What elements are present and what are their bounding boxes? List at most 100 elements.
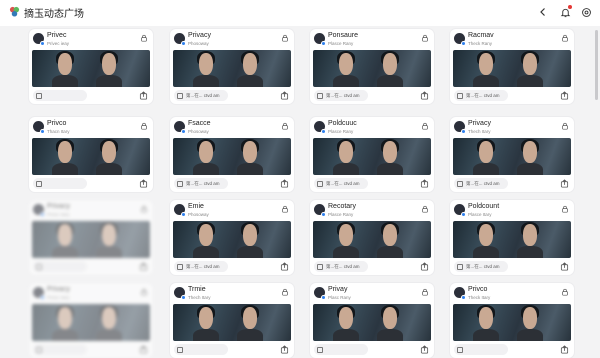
post-image[interactable] (313, 138, 431, 175)
card-header: Privco Theck Itary (454, 286, 570, 304)
post-image[interactable] (313, 50, 431, 87)
share-icon[interactable] (139, 345, 148, 354)
post-image[interactable] (173, 50, 291, 87)
post-card[interactable]: Privco Theck Itary (450, 283, 574, 358)
post-image[interactable] (32, 304, 150, 341)
lock-icon[interactable] (281, 122, 289, 130)
action-pill[interactable]: 第...在... ctvd am (454, 178, 508, 189)
post-image[interactable] (453, 50, 571, 87)
back-icon[interactable] (536, 5, 550, 19)
lock-icon[interactable] (281, 205, 289, 213)
post-image[interactable] (453, 221, 571, 258)
post-card[interactable]: Racmav Theck Rany 第...在... ctvd am (450, 29, 574, 104)
image-icon (177, 346, 183, 353)
post-card[interactable]: Privco Thacn Itary (29, 117, 153, 192)
share-icon[interactable] (560, 91, 569, 100)
post-image[interactable] (173, 304, 291, 341)
post-image[interactable] (173, 221, 291, 258)
share-icon[interactable] (280, 345, 289, 354)
share-icon[interactable] (560, 179, 569, 188)
page-scrollbar[interactable] (595, 30, 598, 100)
share-icon[interactable] (139, 262, 148, 271)
post-card[interactable]: Privec Privec ieay (29, 29, 153, 104)
post-card[interactable]: Emie Phosoway 第...在... ctvd am (170, 200, 294, 275)
lock-icon[interactable] (140, 205, 148, 213)
post-card[interactable]: Recotary Plasce Rany 第...在... ctvd am (310, 200, 434, 275)
action-pill[interactable]: 第...在... ctvd am (174, 261, 228, 272)
action-pill[interactable]: 第...在... ctvd am (314, 261, 368, 272)
post-image[interactable] (32, 221, 150, 258)
lock-icon[interactable] (421, 288, 429, 296)
share-icon[interactable] (420, 345, 429, 354)
card-header: Privacy Phosoway (174, 32, 290, 50)
action-pill[interactable]: 第...在... ctvd am (454, 261, 508, 272)
verified-badge-icon (461, 212, 466, 217)
post-card[interactable]: Privacy Thech Itary 第...在... ctvd am (450, 117, 574, 192)
post-card[interactable]: Privay Plasc Rany (310, 283, 434, 358)
action-pill[interactable] (33, 261, 87, 272)
action-pill[interactable] (33, 178, 87, 189)
post-image[interactable] (453, 138, 571, 175)
action-pill-label: 第...在... ctvd am (466, 92, 500, 98)
post-card[interactable]: Fsacce Phosoway 第...在... ctvd am (170, 117, 294, 192)
card-subtitle: Thacn Itary (47, 129, 70, 134)
share-icon[interactable] (280, 179, 289, 188)
post-image[interactable] (32, 138, 150, 175)
action-pill[interactable]: 第...在... ctvd am (454, 90, 508, 101)
action-pill[interactable]: 第...在... ctvd am (314, 178, 368, 189)
post-image[interactable] (453, 304, 571, 341)
lock-icon[interactable] (140, 122, 148, 130)
post-card[interactable]: Privacy Privec Itary (29, 283, 153, 358)
post-image[interactable] (173, 138, 291, 175)
post-card[interactable]: Privacy Privec Itary (29, 200, 153, 275)
action-pill[interactable] (454, 344, 508, 355)
settings-icon[interactable] (579, 5, 593, 19)
lock-icon[interactable] (561, 205, 569, 213)
action-pill[interactable] (33, 344, 87, 355)
bell-icon[interactable] (558, 5, 572, 19)
verified-badge-icon (461, 41, 466, 46)
share-icon[interactable] (280, 262, 289, 271)
image-icon (36, 92, 42, 99)
action-pill[interactable]: 第...在... ctvd am (174, 178, 228, 189)
lock-icon[interactable] (561, 122, 569, 130)
post-card[interactable]: Trmie Thech Itary (170, 283, 294, 358)
share-icon[interactable] (420, 91, 429, 100)
lock-icon[interactable] (140, 34, 148, 42)
card-title: Privacy (47, 203, 70, 210)
lock-icon[interactable] (561, 288, 569, 296)
lock-icon[interactable] (140, 288, 148, 296)
action-pill[interactable] (33, 90, 87, 101)
share-icon[interactable] (139, 179, 148, 188)
lock-icon[interactable] (561, 34, 569, 42)
card-title: Privacy (468, 120, 491, 127)
image-icon (457, 346, 463, 353)
verified-badge-icon (321, 129, 326, 134)
card-subtitle: Plasce Rany (328, 41, 354, 46)
card-title: Privay (328, 286, 348, 293)
verified-badge-icon (40, 41, 45, 46)
action-pill[interactable] (174, 344, 228, 355)
action-pill[interactable]: 第...在... ctvd am (174, 90, 228, 101)
share-icon[interactable] (560, 345, 569, 354)
share-icon[interactable] (280, 91, 289, 100)
lock-icon[interactable] (281, 34, 289, 42)
post-image[interactable] (313, 304, 431, 341)
card-footer (33, 178, 149, 190)
lock-icon[interactable] (421, 205, 429, 213)
post-card[interactable]: Ponsaure Plasce Rany 第...在... ctvd am (310, 29, 434, 104)
post-image[interactable] (313, 221, 431, 258)
share-icon[interactable] (420, 262, 429, 271)
action-pill[interactable] (314, 344, 368, 355)
lock-icon[interactable] (421, 122, 429, 130)
lock-icon[interactable] (281, 288, 289, 296)
share-icon[interactable] (560, 262, 569, 271)
post-image[interactable] (32, 50, 150, 87)
post-card[interactable]: Poldcount Plasce Itary 第...在... ctvd am (450, 200, 574, 275)
share-icon[interactable] (420, 179, 429, 188)
post-card[interactable]: Privacy Phosoway 第...在... ctvd am (170, 29, 294, 104)
post-card[interactable]: Poldcuuc Plasce Rany 第...在... ctvd am (310, 117, 434, 192)
lock-icon[interactable] (421, 34, 429, 42)
action-pill[interactable]: 第...在... ctvd am (314, 90, 368, 101)
share-icon[interactable] (139, 91, 148, 100)
